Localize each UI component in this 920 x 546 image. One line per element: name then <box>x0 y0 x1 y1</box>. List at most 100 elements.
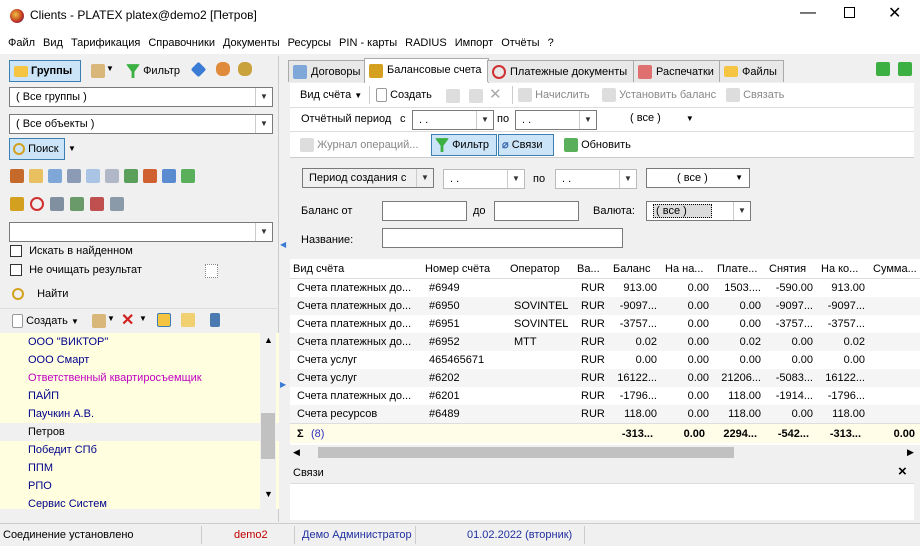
links-toggle-button[interactable]: ⌀ Связи <box>498 134 554 156</box>
document-icon[interactable] <box>86 169 100 183</box>
balance-from-input[interactable] <box>382 201 467 221</box>
menu-documents[interactable]: Документы <box>223 32 280 54</box>
delete-icon[interactable]: ✕ <box>121 310 134 330</box>
col-opening[interactable]: На на... <box>662 259 712 277</box>
list-item[interactable]: Сервис Систем <box>0 495 279 509</box>
list-check-icon[interactable] <box>70 197 84 211</box>
col-withdrawals[interactable]: Снятия <box>766 259 816 277</box>
list-item[interactable]: Ответственный квартиросъемщик <box>0 369 279 387</box>
table-row[interactable]: Счета услуг #6202 RUR 16122... 0.00 21206... -… <box>290 369 920 387</box>
scales-icon[interactable] <box>10 197 24 211</box>
person-icon[interactable] <box>143 169 157 183</box>
list-item[interactable]: ПАЙП <box>0 387 279 405</box>
tag-icon[interactable] <box>162 169 176 183</box>
list-item[interactable]: ООО Смарт <box>0 351 279 369</box>
search-dropdown-icon[interactable]: ▼ <box>68 144 76 153</box>
close-button[interactable]: ✕ <box>888 3 901 23</box>
search-in-found-checkbox[interactable]: Искать в найденном <box>10 245 133 258</box>
hand-icon[interactable] <box>157 313 171 327</box>
edit-icon[interactable] <box>469 89 483 103</box>
menu-reports[interactable]: Отчёты <box>501 32 539 54</box>
menu-radius[interactable]: RADIUS <box>405 32 447 54</box>
copy-icon[interactable] <box>446 89 460 103</box>
table-row[interactable]: Счета ресурсов #6489 RUR 118.00 0.00 118.00 0.… <box>290 405 920 423</box>
col-closing[interactable]: На ко... <box>818 259 868 277</box>
nav-forward-icon[interactable] <box>898 62 912 76</box>
search-query-select[interactable]: ▼ <box>9 222 273 242</box>
splitter-left-icon[interactable]: ◀ <box>280 240 286 249</box>
link-button[interactable]: Связать <box>726 85 784 105</box>
table-icon[interactable] <box>181 169 195 183</box>
close-icon[interactable]: × <box>898 463 907 480</box>
blocked-icon[interactable] <box>30 197 44 211</box>
hscroll-thumb[interactable] <box>318 447 734 458</box>
period-to-date[interactable]: . . ▼ <box>515 110 597 130</box>
maximize-button[interactable] <box>844 7 855 18</box>
dropdown-arrow-icon[interactable]: ▼ <box>139 314 147 323</box>
balance-to-input[interactable] <box>494 201 579 221</box>
all-objects-select[interactable]: ( Все объекты ) ▼ <box>9 114 273 134</box>
scroll-thumb[interactable] <box>261 413 275 459</box>
menu-tariff[interactable]: Тарификация <box>71 32 140 54</box>
user-add-icon[interactable] <box>238 62 252 76</box>
tab-printouts[interactable]: Распечатки <box>633 60 721 82</box>
table-row[interactable]: Счета платежных до... #6949 RUR 913.00 0.00 1… <box>290 279 920 297</box>
minimize-button[interactable]: — <box>800 4 816 22</box>
col-account-number[interactable]: Номер счёта <box>422 259 507 277</box>
building-icon[interactable] <box>67 169 81 183</box>
list-item[interactable]: Победит СПб <box>0 441 279 459</box>
dropdown-arrow-icon[interactable]: ▼ <box>107 314 115 323</box>
create-button[interactable]: Создать ▼ <box>12 311 79 332</box>
list-item[interactable]: ППМ <box>0 459 279 477</box>
period-all-select[interactable]: ( все ) ▼ <box>630 112 694 124</box>
edit-icon[interactable] <box>92 314 106 328</box>
database-icon[interactable] <box>110 197 124 211</box>
filter-button[interactable]: Фильтр <box>126 61 180 81</box>
col-operator[interactable]: Оператор <box>507 259 572 277</box>
info-icon[interactable] <box>190 61 207 78</box>
tab-payment-docs[interactable]: Платежные документы <box>487 60 635 82</box>
filter-toggle-button[interactable]: Фильтр <box>431 134 497 156</box>
currency-select[interactable]: ( все ) ▼ <box>646 201 751 221</box>
documents-icon[interactable] <box>105 169 119 183</box>
created-from-date[interactable]: . . ▼ <box>443 169 525 189</box>
name-input[interactable] <box>382 228 623 248</box>
menu-resources[interactable]: Ресурсы <box>288 32 331 54</box>
account-view-button[interactable]: Вид счёта ▼ <box>300 85 362 106</box>
created-period-select[interactable]: Период создания с ▼ <box>302 168 434 188</box>
list-item[interactable]: Паучкин А.В. <box>0 405 279 423</box>
all-groups-select[interactable]: ( Все группы ) ▼ <box>9 87 273 107</box>
menu-import[interactable]: Импорт <box>455 32 493 54</box>
grid-hscrollbar[interactable]: ◀ ▶ <box>290 445 920 460</box>
search-button[interactable]: Поиск <box>9 138 65 160</box>
scroll-up-icon[interactable]: ▲ <box>264 335 273 345</box>
user-icon[interactable] <box>216 62 230 76</box>
dropdown-arrow-icon[interactable]: ▼ <box>106 64 114 73</box>
menu-view[interactable]: Вид <box>43 32 63 54</box>
table-row[interactable]: Счета платежных до... #6201 RUR -1796... 0.0… <box>290 387 920 405</box>
col-account-type[interactable]: Вид счёта <box>290 259 420 277</box>
refresh-button[interactable]: Обновить <box>564 135 631 155</box>
list-item[interactable]: РПО <box>0 477 279 495</box>
calendar-icon[interactable] <box>29 169 43 183</box>
hierarchy-icon[interactable] <box>210 313 220 327</box>
nav-back-icon[interactable] <box>876 62 890 76</box>
journal-button[interactable]: Журнал операций... <box>300 135 418 155</box>
tab-balance-accounts[interactable]: Балансовые счета <box>364 58 489 83</box>
table-row[interactable]: Счета платежных до... #6950 SOVINTEL RUR -90… <box>290 297 920 315</box>
col-payments[interactable]: Плате... <box>714 259 764 277</box>
set-balance-button[interactable]: Установить баланс <box>602 85 716 105</box>
scroll-left-icon[interactable]: ◀ <box>293 447 300 458</box>
table-row[interactable]: Счета услуг 465465671 RUR 0.00 0.00 0.00 0.00 0… <box>290 351 920 369</box>
create-account-button[interactable]: Создать <box>376 85 432 105</box>
list-item[interactable]: ООО "ВИКТОР" <box>0 333 279 351</box>
tab-contracts[interactable]: Договоры <box>288 60 368 82</box>
table-row[interactable]: Счета платежных до... #6951 SOVINTEL RUR -37… <box>290 315 920 333</box>
delete-icon[interactable]: ✕ <box>489 85 502 103</box>
menu-pin-cards[interactable]: PIN - карты <box>339 32 397 54</box>
groups-button[interactable]: Группы <box>9 60 81 82</box>
splitter-right-icon[interactable]: ▶ <box>280 380 286 389</box>
hand-copy-icon[interactable] <box>181 313 195 327</box>
period-from-date[interactable]: . . ▼ <box>412 110 494 130</box>
edit-icon[interactable] <box>91 64 105 78</box>
